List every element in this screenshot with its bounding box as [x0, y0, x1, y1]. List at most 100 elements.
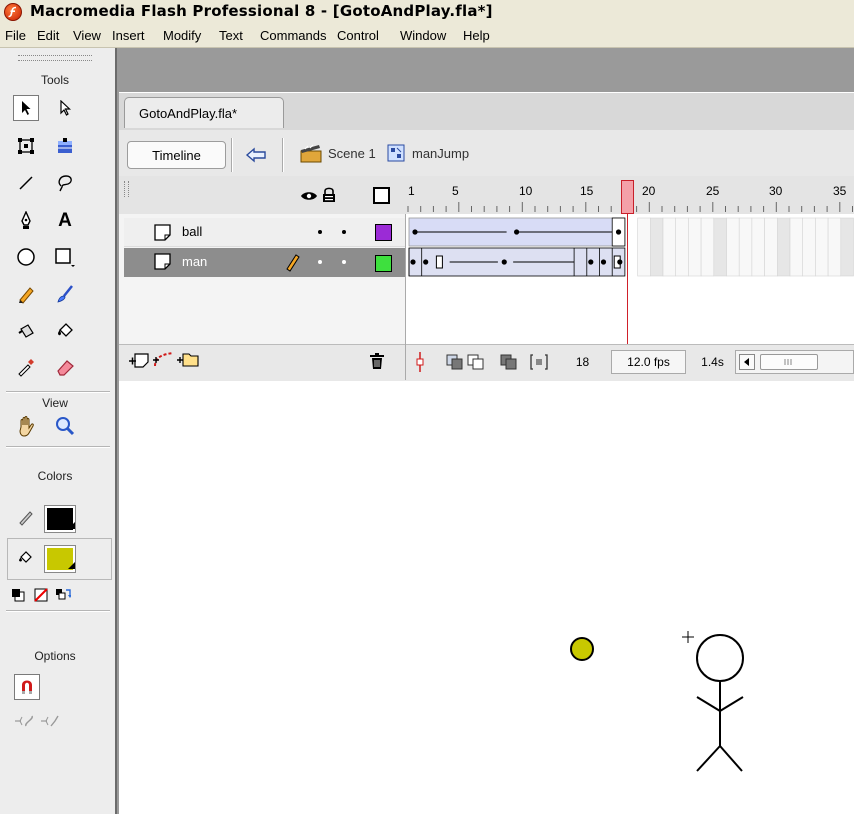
insert-layer-icon[interactable]: [128, 351, 150, 372]
scroll-thumb[interactable]: [760, 354, 818, 370]
scroll-left-icon[interactable]: [739, 354, 755, 370]
lock-dot-icon[interactable]: [342, 260, 346, 264]
empty-frame-cell: [815, 217, 829, 277]
ball-shape[interactable]: [570, 637, 594, 661]
paint-bucket-tool-icon[interactable]: [52, 318, 78, 344]
insert-layer-folder-icon[interactable]: [176, 350, 200, 371]
menu-commands[interactable]: Commands: [260, 28, 326, 43]
menu-help[interactable]: Help: [463, 28, 490, 43]
eyedropper-tool-icon[interactable]: [13, 354, 39, 380]
ruler-label: 30: [769, 184, 783, 198]
gradient-transform-tool-icon[interactable]: [52, 133, 78, 159]
show-hide-eye-icon[interactable]: [300, 190, 318, 205]
smooth-option-icon[interactable]: [12, 708, 38, 734]
black-white-icon[interactable]: [8, 582, 28, 608]
selection-tool-icon[interactable]: [13, 95, 39, 121]
ruler-label: 15: [580, 184, 594, 198]
tools-grip[interactable]: [18, 55, 92, 61]
pencil-edit-icon: [286, 254, 300, 272]
fill-color-icon: [13, 545, 39, 571]
rectangle-tool-icon[interactable]: [52, 244, 78, 270]
menu-modify[interactable]: Modify: [163, 28, 201, 43]
add-motion-guide-icon[interactable]: [152, 350, 176, 371]
eraser-tool-icon[interactable]: [52, 354, 78, 380]
free-transform-tool-icon[interactable]: [13, 133, 39, 159]
ruler-label: 10: [519, 184, 533, 198]
layer-outline-color[interactable]: [375, 255, 392, 272]
document-tab-label: GotoAndPlay.fla*: [139, 106, 238, 121]
oval-tool-icon[interactable]: [13, 244, 39, 270]
breadcrumb-symbol[interactable]: manJump: [412, 146, 469, 161]
timeline-button[interactable]: Timeline: [127, 141, 226, 169]
swap-colors-icon[interactable]: [53, 582, 73, 608]
frame-rate[interactable]: 12.0 fps: [611, 350, 686, 374]
layer-row-ball[interactable]: ball: [124, 218, 405, 247]
layer-row-man[interactable]: man: [124, 248, 405, 277]
visibility-dot-icon[interactable]: [318, 230, 322, 234]
center-frame-icon[interactable]: [414, 352, 426, 375]
elapsed-time: 1.4s: [701, 355, 724, 369]
breadcrumb-scene[interactable]: Scene 1: [328, 146, 376, 161]
layer-icon: [154, 253, 171, 270]
keyframe-dot: [423, 259, 429, 265]
lasso-tool-icon[interactable]: [52, 170, 78, 196]
lock-dot-icon[interactable]: [342, 230, 346, 234]
ruler-label: 5: [452, 184, 459, 198]
onion-skin-icon[interactable]: [446, 354, 464, 373]
movieclip-symbol-icon: [387, 144, 405, 165]
pen-tool-icon[interactable]: [13, 208, 39, 234]
scene-clapper-icon: [300, 143, 322, 166]
empty-frame-cell: [675, 217, 689, 277]
layer-name: man: [182, 254, 208, 269]
empty-frame-cell: [650, 217, 664, 277]
empty-frame-cell: [789, 217, 803, 277]
menu-control[interactable]: Control: [337, 28, 379, 43]
ruler-label: 25: [706, 184, 720, 198]
brush-tool-icon[interactable]: [52, 281, 78, 307]
menu-insert[interactable]: Insert: [112, 28, 145, 43]
straighten-option-icon[interactable]: [38, 708, 64, 734]
registration-point-icon: [682, 631, 694, 643]
menu-view[interactable]: View: [73, 28, 101, 43]
empty-frame-cell: [764, 217, 778, 277]
playhead-handle[interactable]: [621, 180, 634, 214]
menu-window[interactable]: Window: [400, 28, 446, 43]
menu-file[interactable]: File: [5, 28, 26, 43]
fill-swatch-arrow-icon: [68, 562, 75, 569]
empty-frame-cell: [840, 217, 854, 277]
subselection-tool-icon[interactable]: [52, 95, 78, 121]
line-tool-icon[interactable]: [13, 170, 39, 196]
stage[interactable]: [119, 381, 854, 814]
empty-frame-cell: [726, 217, 740, 277]
layer-icon: [154, 224, 171, 241]
divider: [6, 446, 110, 448]
onion-skin-outlines-icon[interactable]: [467, 354, 485, 373]
frames-area[interactable]: [405, 214, 854, 344]
outline-icon[interactable]: [373, 187, 390, 204]
snap-to-objects-icon[interactable]: [14, 674, 40, 700]
timeline-grip[interactable]: [124, 181, 129, 197]
title-bar: Macromedia Flash Professional 8 - [GotoA…: [0, 0, 854, 24]
empty-frame-cell: [738, 217, 753, 277]
divider: [6, 391, 110, 393]
stick-man-figure[interactable]: [696, 634, 744, 772]
document-tab[interactable]: GotoAndPlay.fla*: [124, 97, 284, 128]
ink-bottle-tool-icon[interactable]: [13, 318, 39, 344]
back-arrow-icon[interactable]: [238, 141, 274, 169]
visibility-dot-icon[interactable]: [318, 260, 322, 264]
layer-outline-color[interactable]: [375, 224, 392, 241]
zoom-tool-icon[interactable]: [52, 413, 78, 439]
lock-icon[interactable]: [322, 187, 336, 206]
pencil-tool-icon[interactable]: [13, 281, 39, 307]
text-tool-icon[interactable]: A: [52, 208, 78, 234]
edit-multiple-frames-icon[interactable]: [500, 354, 518, 373]
modify-onion-markers-icon[interactable]: [530, 354, 548, 373]
menu-text[interactable]: Text: [219, 28, 243, 43]
keyframe-dot: [615, 229, 622, 235]
hand-tool-icon[interactable]: [13, 413, 39, 439]
menu-edit[interactable]: Edit: [37, 28, 59, 43]
keyframe-dot: [617, 259, 623, 265]
trash-icon[interactable]: [369, 352, 385, 373]
divider: [231, 138, 233, 172]
no-color-icon[interactable]: [31, 582, 51, 608]
